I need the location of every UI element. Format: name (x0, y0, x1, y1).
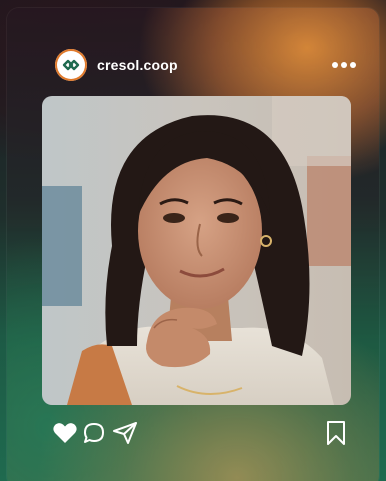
more-options-icon[interactable] (327, 55, 357, 75)
cresol-logo-icon[interactable] (55, 49, 87, 81)
heart-icon[interactable] (52, 421, 78, 445)
comment-icon[interactable] (82, 421, 106, 445)
post-card: cresol.coop (7, 8, 379, 481)
paper-plane-icon[interactable] (112, 421, 138, 445)
post-photo[interactable] (42, 96, 351, 405)
post-username[interactable]: cresol.coop (97, 57, 178, 73)
bookmark-icon[interactable] (324, 420, 348, 446)
post-header: cresol.coop (55, 48, 357, 82)
post-actions (52, 420, 348, 446)
